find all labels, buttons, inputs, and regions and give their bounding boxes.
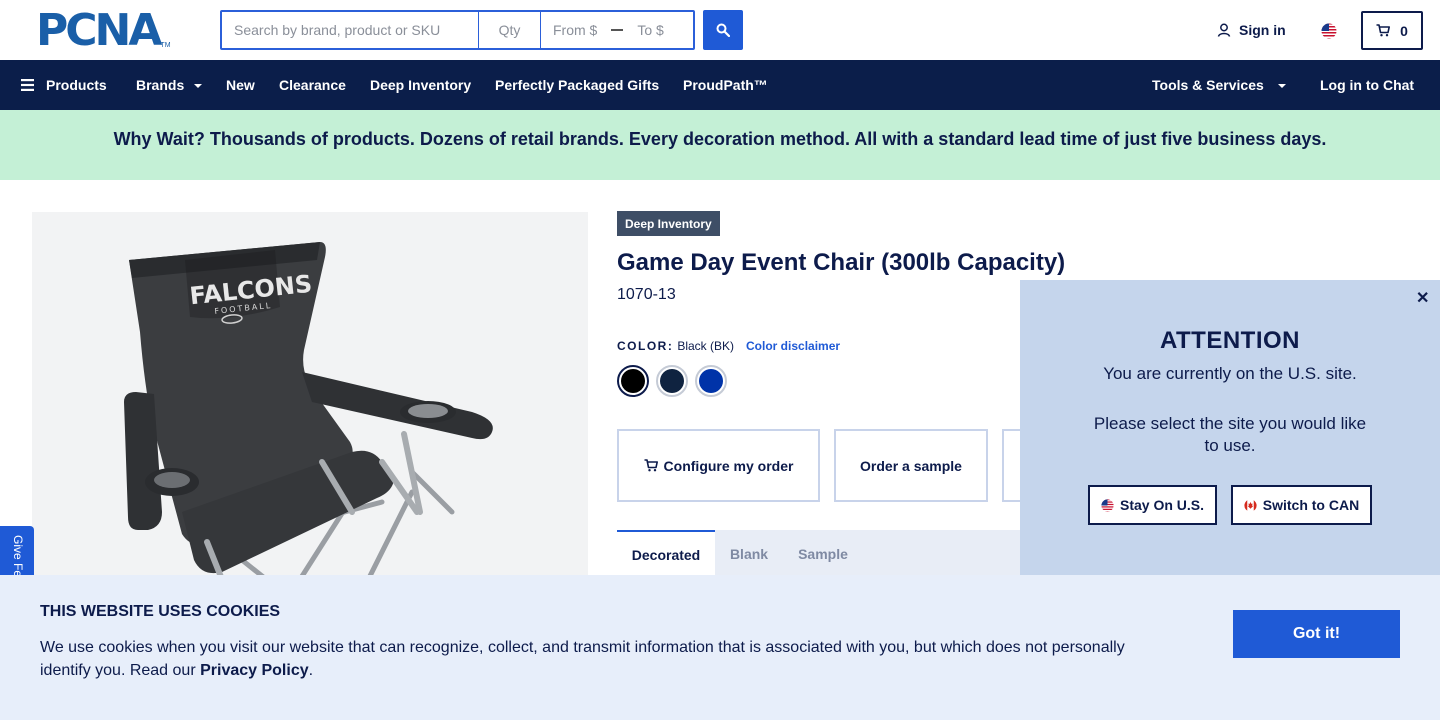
price-range: From $ To $ [541,12,693,48]
nav-brands[interactable]: Brands [136,60,203,110]
configure-order-label: Configure my order [663,457,794,474]
logo-text: PCNA [36,5,162,56]
swatch-navy[interactable] [656,365,688,397]
switch-can-label: Switch to CAN [1262,497,1360,513]
deep-inventory-badge: Deep Inventory [617,211,720,236]
us-flag-icon [1101,498,1114,512]
cookie-title: THIS WEBSITE USES COOKIES [40,603,281,620]
site-header: PCNA TM Search by brand, product or SKU … [0,0,1440,60]
logo-trademark: TM [160,42,171,49]
nav-tools-services[interactable]: Tools & Services [1152,60,1286,110]
canada-flag-icon [1244,498,1257,512]
swatch-black-color [621,369,645,393]
nav-products-label: Products [46,77,107,93]
price-to-input[interactable]: To $ [637,22,663,38]
color-disclaimer-link[interactable]: Color disclaimer [746,339,840,353]
cookie-text: We use cookies when you visit our websit… [40,636,1150,682]
nav-deep-inventory[interactable]: Deep Inventory [370,60,471,110]
swatch-navy-color [660,369,684,393]
chat-login-link[interactable]: Log in to Chat [1320,60,1414,110]
promo-banner-text: Why Wait? Thousands of products. Dozens … [113,129,1327,149]
color-label: COLOR: [617,339,674,353]
nav-gifts[interactable]: Perfectly Packaged Gifts [495,60,659,110]
search-button[interactable] [703,10,743,50]
main-nav: Products Brands New Clearance Deep Inven… [0,60,1440,110]
color-selection-line: COLOR: Black (BK) Color disclaimer [617,339,840,353]
pcna-logo[interactable]: PCNA TM [36,5,171,56]
accept-cookies-button[interactable]: Got it! [1233,610,1400,658]
cart-button[interactable]: 0 [1361,11,1423,50]
product-image[interactable]: FALCONS FOOTBALL [32,212,588,592]
swatch-royal-color [699,369,723,393]
sign-in-link[interactable]: Sign in [1217,22,1286,38]
quantity-input[interactable]: Qty [479,12,541,48]
nav-proudpath[interactable]: ProudPath™ [683,60,768,110]
cart-icon [644,459,658,472]
stay-us-button[interactable]: Stay On U.S. [1088,485,1217,525]
nav-clearance[interactable]: Clearance [279,60,346,110]
popup-prompt: Please select the site you would like to… [1093,414,1367,455]
privacy-policy-link[interactable]: Privacy Policy [200,662,309,679]
switch-can-button[interactable]: Switch to CAN [1231,485,1372,525]
us-flag-icon[interactable] [1321,23,1337,39]
user-icon [1217,23,1231,37]
nav-new[interactable]: New [226,60,255,110]
tab-blank[interactable]: Blank [715,530,783,578]
price-from-input[interactable]: From $ [553,22,597,38]
cart-icon [1376,24,1391,37]
region-popup: ✕ ATTENTION You are currently on the U.S… [1020,280,1440,575]
chair-illustration: FALCONS FOOTBALL [124,242,493,592]
price-range-divider [611,29,624,31]
product-title: Game Day Event Chair (300lb Capacity) [617,249,1066,276]
cart-count: 0 [1400,22,1408,39]
tab-decorated[interactable]: Decorated [617,530,715,578]
sign-in-label: Sign in [1239,22,1286,38]
tab-sample[interactable]: Sample [783,530,863,578]
cookie-period: . [308,662,314,679]
search-input[interactable]: Search by brand, product or SKU [222,12,479,48]
close-icon[interactable]: ✕ [1416,288,1429,308]
search-icon [716,23,730,37]
swatch-royal[interactable] [695,365,727,397]
swatch-black[interactable] [617,365,649,397]
chevron-down-icon [194,84,203,88]
popup-heading: ATTENTION [1159,327,1301,354]
product-sku: 1070-13 [617,286,676,303]
configure-order-button[interactable]: Configure my order [617,429,820,502]
hamburger-icon [21,79,34,91]
nav-tools-label: Tools & Services [1152,77,1264,93]
stay-us-label: Stay On U.S. [1119,497,1205,513]
popup-message: You are currently on the U.S. site. [1103,364,1357,383]
color-value: Black (BK) [677,339,735,353]
nav-products[interactable]: Products [21,60,107,110]
chevron-down-icon [1277,84,1286,88]
nav-brands-label: Brands [136,77,185,93]
search-bar: Search by brand, product or SKU Qty From… [220,10,695,50]
cookie-banner: THIS WEBSITE USES COOKIES We use cookies… [0,575,1440,720]
promo-banner: Why Wait? Thousands of products. Dozens … [0,110,1440,180]
order-sample-button[interactable]: Order a sample [834,429,988,502]
